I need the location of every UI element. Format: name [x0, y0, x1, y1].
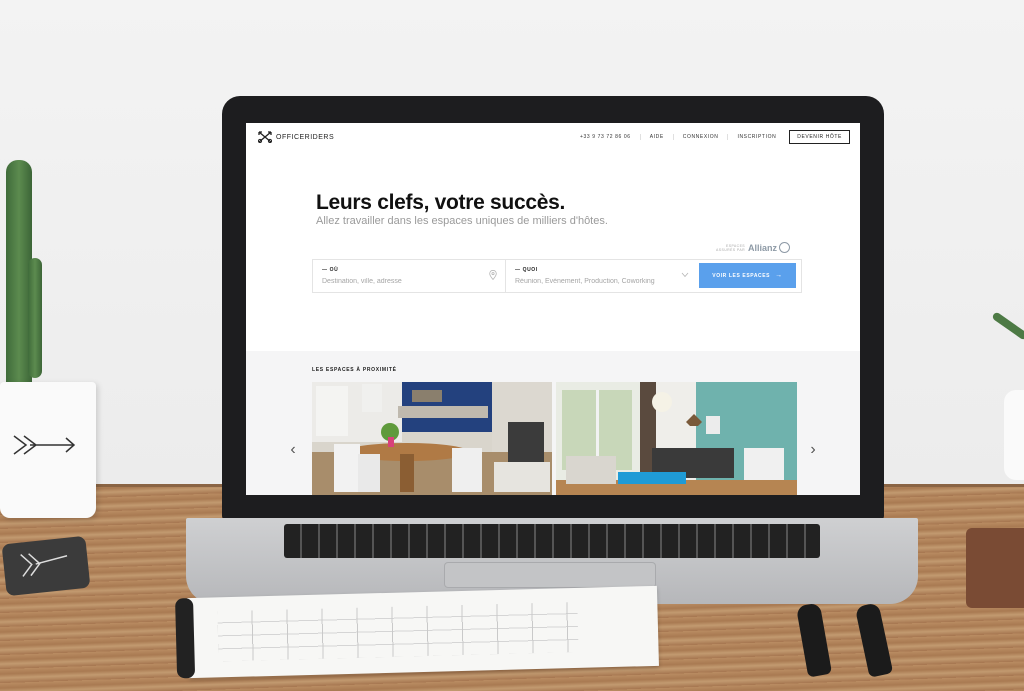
- nav-links: +33 9 73 72 86 06 AIDE CONNEXION INSCRIP…: [571, 130, 850, 144]
- insurance-badge: ESPACES ASSURÉS PAR Allianz: [716, 242, 791, 253]
- top-navigation: OFFICERIDERS +33 9 73 72 86 06 AIDE CONN…: [246, 123, 860, 151]
- photo-scene: OFFICERIDERS +33 9 73 72 86 06 AIDE CONN…: [0, 0, 1024, 691]
- insurance-caption: ESPACES ASSURÉS PAR: [716, 244, 745, 252]
- insurer-logo-icon: [779, 242, 791, 253]
- where-label: — OÙ: [322, 267, 339, 273]
- smartphone: [1, 535, 91, 597]
- brand-name: OFFICERIDERS: [276, 133, 335, 141]
- carousel-prev-button[interactable]: ‹: [286, 440, 300, 460]
- arrow-doodle-icon: [20, 553, 68, 577]
- what-label: — QUOI: [515, 267, 538, 273]
- crossed-arrows-logo-icon: [258, 131, 272, 143]
- laptop-trackpad: [444, 562, 656, 588]
- what-input[interactable]: [515, 276, 683, 286]
- insurance-line-2: ASSURÉS PAR: [716, 247, 746, 252]
- leather-notebook: [966, 528, 1024, 608]
- see-spaces-button[interactable]: VOIR LES ESPACES →: [699, 263, 796, 288]
- laptop-screen: OFFICERIDERS +33 9 73 72 86 06 AIDE CONN…: [246, 123, 860, 495]
- location-pin-icon: [489, 270, 497, 280]
- arrow-right-icon: →: [775, 272, 783, 279]
- login-link[interactable]: CONNEXION: [672, 134, 728, 140]
- where-input[interactable]: [322, 276, 482, 286]
- what-field[interactable]: — QUOI: [506, 260, 697, 292]
- phone-link[interactable]: +33 9 73 72 86 06: [571, 134, 640, 140]
- where-field[interactable]: — OÙ: [313, 260, 506, 292]
- help-link[interactable]: AIDE: [639, 134, 673, 140]
- signup-link[interactable]: INSCRIPTION: [727, 134, 785, 140]
- hero-title: Leurs clefs, votre succès.: [316, 191, 565, 214]
- insurer-name: Allianz: [748, 242, 778, 253]
- living-room-photo: [556, 382, 797, 495]
- notepad-sketch: [217, 601, 579, 662]
- kitchen-photo: [312, 382, 552, 495]
- arrow-doodle-icon: [13, 435, 76, 455]
- plant-pot: [0, 382, 96, 518]
- chevron-down-icon[interactable]: [681, 272, 689, 278]
- carousel-next-button[interactable]: ›: [806, 440, 820, 460]
- hero-subtitle: Allez travailler dans les espaces unique…: [316, 215, 608, 227]
- become-host-button[interactable]: DEVENIR HÔTE: [789, 130, 850, 144]
- search-bar: — OÙ — QUOI VOIR LES ESPACES →: [312, 259, 802, 293]
- space-card-living-room[interactable]: [556, 382, 797, 495]
- cactus-plant-small: [28, 258, 42, 378]
- see-spaces-label: VOIR LES ESPACES: [712, 272, 771, 279]
- nearby-title: LES ESPACES À PROXIMITÉ: [312, 367, 397, 373]
- space-card-kitchen[interactable]: [312, 382, 552, 495]
- plant-pot-right: [1004, 390, 1024, 480]
- brand-logo[interactable]: OFFICERIDERS: [258, 131, 334, 143]
- laptop-keyboard: [284, 524, 820, 558]
- spiral-notepad: [175, 585, 659, 679]
- notepad-spiral: [175, 598, 196, 679]
